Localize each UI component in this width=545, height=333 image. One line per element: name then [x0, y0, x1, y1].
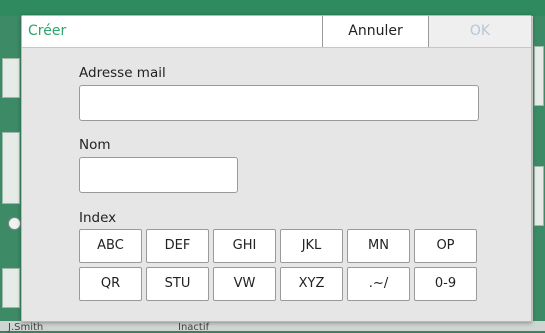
background-title-bar [0, 0, 545, 16]
name-label: Nom [79, 137, 111, 153]
index-button-jkl[interactable]: JKL [280, 229, 343, 263]
ok-button[interactable]: OK [429, 16, 531, 47]
index-button-digits[interactable]: 0-9 [414, 267, 477, 301]
index-button-mn[interactable]: MN [347, 229, 410, 263]
index-button-vw[interactable]: VW [213, 267, 276, 301]
index-button-def[interactable]: DEF [146, 229, 209, 263]
background-right-item [534, 166, 544, 226]
background-right-panel [533, 16, 545, 331]
index-button-ghi[interactable]: GHI [213, 229, 276, 263]
check-circle-icon [8, 217, 21, 230]
dialog-title: Créer [28, 23, 67, 39]
create-dialog: Créer Annuler OK Adresse mail Nom Index … [21, 15, 532, 322]
email-label: Adresse mail [79, 65, 166, 81]
background-left-item [2, 132, 20, 204]
cancel-button[interactable]: Annuler [322, 16, 429, 47]
dialog-header: Créer Annuler OK [22, 16, 531, 48]
background-left-panel [0, 16, 22, 331]
background-status-bar: J.Smith Inactif [0, 321, 545, 333]
index-button-xyz[interactable]: XYZ [280, 267, 343, 301]
index-label: Index [79, 210, 117, 226]
index-button-qr[interactable]: QR [79, 267, 142, 301]
background-left-item [2, 268, 20, 308]
name-field[interactable] [79, 157, 238, 193]
index-button-abc[interactable]: ABC [79, 229, 142, 263]
index-button-op[interactable]: OP [414, 229, 477, 263]
email-field[interactable] [79, 85, 479, 121]
index-button-stu[interactable]: STU [146, 267, 209, 301]
index-button-symbols[interactable]: .~/ [347, 267, 410, 301]
background-user-text: J.Smith [8, 322, 44, 333]
background-status-text: Inactif [178, 322, 210, 333]
background-right-item [534, 46, 544, 106]
background-left-item [2, 58, 20, 98]
